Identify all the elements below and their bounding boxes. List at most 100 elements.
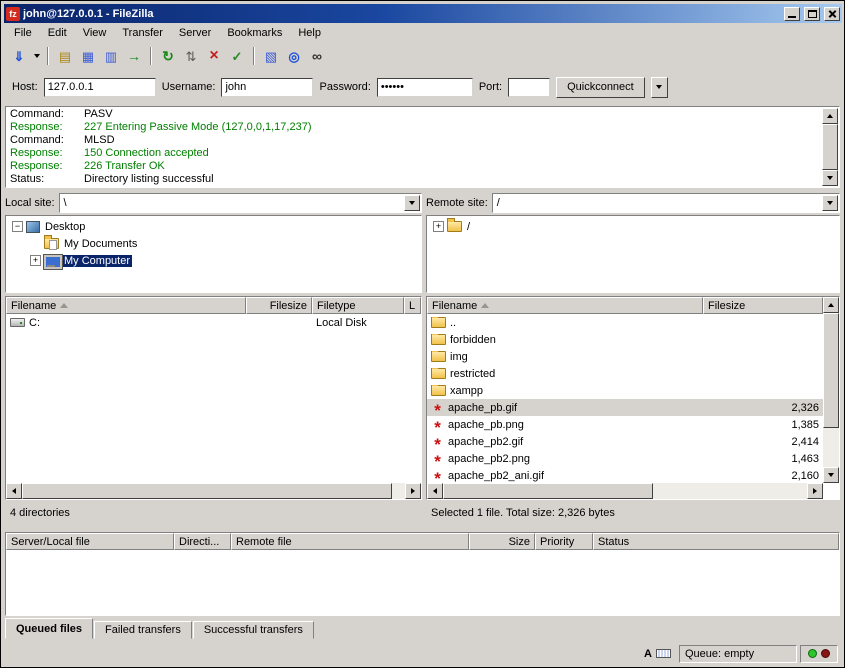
quickconnect-button[interactable]: Quickconnect xyxy=(556,77,645,98)
tree-item-label: Desktop xyxy=(43,221,87,233)
expand-icon[interactable]: + xyxy=(30,255,41,266)
tree-item-root[interactable]: + / xyxy=(429,218,839,235)
remote-site-combo[interactable]: / xyxy=(492,193,840,213)
minimize-button[interactable] xyxy=(784,7,800,21)
menu-help[interactable]: Help xyxy=(290,25,329,41)
find-button[interactable]: ◎ xyxy=(283,46,305,66)
filter-button[interactable]: ∞ xyxy=(306,46,328,66)
scroll-up-button[interactable] xyxy=(822,108,838,124)
local-hscrollbar[interactable] xyxy=(6,483,421,499)
column-header-status[interactable]: Status xyxy=(593,533,839,550)
host-label: Host: xyxy=(12,81,38,93)
tab-successful-transfers[interactable]: Successful transfers xyxy=(193,621,314,639)
column-header-filetype[interactable]: Filetype xyxy=(312,297,404,314)
tab-failed-transfers[interactable]: Failed transfers xyxy=(94,621,192,639)
remote-site-dropdown-button[interactable] xyxy=(822,195,838,211)
column-header-size[interactable]: Size xyxy=(469,533,535,550)
column-header-filename[interactable]: Filename xyxy=(6,297,246,314)
menu-transfer[interactable]: Transfer xyxy=(114,25,171,41)
local-site-dropdown-button[interactable] xyxy=(404,195,420,211)
cancel-button[interactable]: × xyxy=(203,46,225,66)
collapse-icon[interactable]: − xyxy=(12,221,23,232)
username-input[interactable] xyxy=(221,78,313,97)
scrollbar-thumb[interactable] xyxy=(443,483,653,499)
scroll-left-button[interactable] xyxy=(427,483,443,499)
close-button[interactable] xyxy=(824,7,840,21)
column-header-filesize[interactable]: Filesize xyxy=(246,297,312,314)
queue-status-text: Queue: empty xyxy=(685,648,754,660)
local-site-combo[interactable]: \ xyxy=(59,193,422,213)
titlebar[interactable]: fz john@127.0.0.1 - FileZilla xyxy=(4,4,842,23)
local-file-row[interactable]: C: Local Disk xyxy=(6,314,421,331)
find-icon: ◎ xyxy=(288,50,299,63)
remote-vscrollbar[interactable] xyxy=(823,297,839,483)
scroll-up-button[interactable] xyxy=(823,297,839,313)
column-header-lastmodified[interactable]: L xyxy=(404,297,421,314)
column-header-filename[interactable]: Filename xyxy=(427,297,703,314)
tab-queued-files[interactable]: Queued files xyxy=(5,618,93,639)
scroll-right-button[interactable] xyxy=(405,483,421,499)
refresh-button[interactable]: ↻ xyxy=(157,46,179,66)
disconnect-button[interactable]: ✓ xyxy=(226,46,248,66)
local-site-row: Local site: \ xyxy=(5,193,422,213)
image-file-icon: * xyxy=(431,424,444,431)
menu-edit[interactable]: Edit xyxy=(40,25,75,41)
scrollbar-thumb[interactable] xyxy=(822,124,838,170)
menu-bookmarks[interactable]: Bookmarks xyxy=(219,25,290,41)
tree-item-label: My Documents xyxy=(62,238,139,250)
scrollbar-thumb[interactable] xyxy=(22,483,392,499)
sort-asc-icon xyxy=(60,303,68,308)
host-input[interactable] xyxy=(44,78,156,97)
toggle-queue-button[interactable]: → xyxy=(123,46,145,66)
port-input[interactable] xyxy=(508,78,550,97)
remote-file-row[interactable]: forbidden xyxy=(427,331,823,348)
quickconnect-dropdown-button[interactable] xyxy=(651,77,668,98)
scroll-down-button[interactable] xyxy=(822,170,838,186)
remote-file-row[interactable]: xampp xyxy=(427,382,823,399)
tree-item-desktop[interactable]: − Desktop xyxy=(8,218,421,235)
menu-server[interactable]: Server xyxy=(171,25,219,41)
password-input[interactable] xyxy=(377,78,473,97)
tree-item-label: My Computer xyxy=(62,255,132,267)
drive-icon xyxy=(10,318,25,327)
remote-file-row[interactable]: *apache_pb2_ani.gif 2,160 xyxy=(427,467,823,484)
remote-file-row-selected[interactable]: *apache_pb.gif 2,326 xyxy=(427,399,823,416)
file-size: 2,160 xyxy=(703,470,823,482)
remote-file-row[interactable]: restricted xyxy=(427,365,823,382)
site-manager-button[interactable]: ⇓ xyxy=(8,46,30,66)
remote-file-row[interactable]: *apache_pb2.png 1,463 xyxy=(427,450,823,467)
remote-file-row[interactable]: img xyxy=(427,348,823,365)
site-manager-icon: ⇓ xyxy=(14,50,25,63)
arrow-left-icon xyxy=(433,488,437,494)
site-manager-dropdown-button[interactable] xyxy=(31,46,42,66)
arrow-up-icon xyxy=(827,114,833,118)
toggle-local-tree-button[interactable]: ▦ xyxy=(77,46,99,66)
tree-item-my-computer[interactable]: + My Computer xyxy=(26,252,421,269)
expand-icon[interactable]: + xyxy=(433,221,444,232)
column-header-server-local-file[interactable]: Server/Local file xyxy=(6,533,174,550)
remote-file-row[interactable]: *apache_pb2.gif 2,414 xyxy=(427,433,823,450)
menu-file[interactable]: File xyxy=(6,25,40,41)
remote-file-row[interactable]: .. xyxy=(427,314,823,331)
local-tree-icon: ▦ xyxy=(82,50,94,63)
maximize-button[interactable] xyxy=(804,7,820,21)
column-header-filesize[interactable]: Filesize xyxy=(703,297,823,314)
scroll-left-button[interactable] xyxy=(6,483,22,499)
remote-list-body: .. forbidden img restricted xampp xyxy=(427,314,823,484)
scrollbar-thumb[interactable] xyxy=(823,313,839,428)
toggle-message-log-button[interactable]: ▤ xyxy=(54,46,76,66)
log-scrollbar[interactable] xyxy=(822,108,838,186)
process-queue-button[interactable]: ⇅ xyxy=(180,46,202,66)
directory-comparison-button[interactable]: ▧ xyxy=(260,46,282,66)
column-header-remote-file[interactable]: Remote file xyxy=(231,533,469,550)
remote-hscrollbar[interactable] xyxy=(427,483,823,499)
column-header-priority[interactable]: Priority xyxy=(535,533,593,550)
menu-view[interactable]: View xyxy=(75,25,115,41)
tree-item-my-documents[interactable]: My Documents xyxy=(26,235,421,252)
disconnect-icon: ✓ xyxy=(232,50,243,63)
scroll-down-button[interactable] xyxy=(823,467,839,483)
column-header-direction[interactable]: Directi... xyxy=(174,533,231,550)
scroll-right-button[interactable] xyxy=(807,483,823,499)
toggle-remote-tree-button[interactable]: ▥ xyxy=(100,46,122,66)
remote-file-row[interactable]: *apache_pb.png 1,385 xyxy=(427,416,823,433)
